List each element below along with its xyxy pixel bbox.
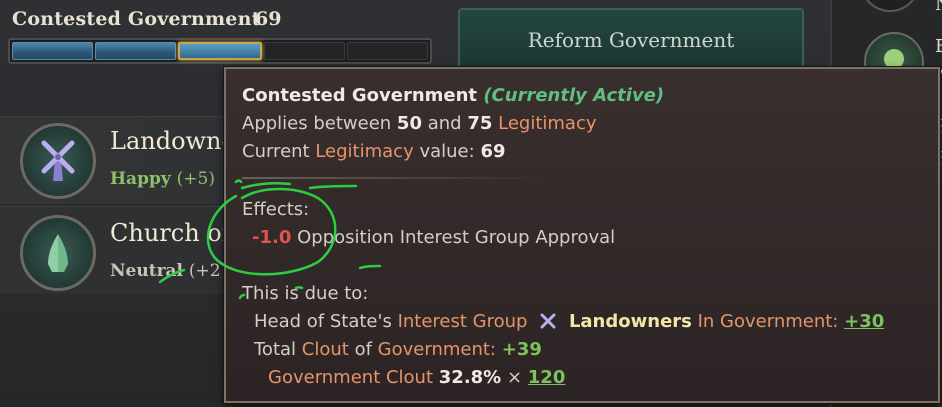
range-low: 50 <box>396 113 422 134</box>
legitimacy-segment[interactable] <box>263 42 345 60</box>
effects-label: Effects: <box>242 199 310 220</box>
and-text: and <box>427 113 462 134</box>
legitimacy-tooltip: Contested Government (Currently Active) … <box>224 67 940 403</box>
total-text: Total <box>254 339 297 360</box>
head-of-state-value[interactable]: +30 <box>844 311 884 332</box>
head-prefix: Head of State's <box>254 311 392 332</box>
total-clout-value: +39 <box>501 339 542 360</box>
tooltip-separator <box>242 177 552 179</box>
applies-prefix: Applies between <box>242 113 392 134</box>
approval-modifier: (+2 <box>188 261 221 281</box>
right-panel-text: E <box>935 36 942 57</box>
legitimacy-segment[interactable] <box>346 42 429 60</box>
range-high: 75 <box>467 113 493 134</box>
government-link[interactable]: Government: <box>378 339 496 360</box>
interest-group-approval: Neutral (+2 <box>110 261 221 281</box>
interest-group-link[interactable]: Interest Group <box>398 311 528 332</box>
approval-label: Neutral <box>110 261 183 281</box>
current-prefix: Current <box>242 141 310 162</box>
legitimacy-bar[interactable] <box>8 38 432 64</box>
current-value: 69 <box>480 141 506 162</box>
due-to-label: This is due to: <box>242 283 369 304</box>
approval-label: Happy <box>110 169 171 189</box>
windmill-icon[interactable] <box>20 123 96 199</box>
effect-value: -1.0 <box>252 227 292 248</box>
landowners-link[interactable]: Landowners <box>569 311 692 332</box>
government-clout-multiplier[interactable]: 120 <box>528 367 566 388</box>
head-of-state-row: Head of State's Interest Group Landowner… <box>254 311 884 335</box>
tooltip-title: Contested Government (Currently Active) <box>242 85 664 106</box>
government-clout-link[interactable]: Government Clout <box>268 367 433 388</box>
legitimacy-link[interactable]: Legitimacy <box>315 141 413 162</box>
effect-row: -1.0 Opposition Interest Group Approval <box>252 227 615 248</box>
current-suffix: value: <box>419 141 475 162</box>
reform-government-button[interactable]: Reform Government <box>458 8 804 70</box>
tooltip-title-text: Contested Government <box>242 85 478 106</box>
right-panel-text: N <box>935 0 942 15</box>
windmill-icon <box>539 312 557 335</box>
currently-active-note: (Currently Active) <box>483 85 665 106</box>
approval-modifier: (+5) <box>176 169 215 189</box>
clout-link[interactable]: Clout <box>302 339 349 360</box>
in-government-text: In Government: <box>697 311 839 332</box>
praying-hands-icon[interactable] <box>20 215 96 291</box>
tooltip-current-value: Current Legitimacy value: 69 <box>242 141 506 162</box>
effect-text: Opposition Interest Group Approval <box>297 227 616 248</box>
legitimacy-value: 69 <box>255 8 282 30</box>
legitimacy-segment-active[interactable] <box>178 42 262 60</box>
government-clout-row: Government Clout 32.8% × 120 <box>268 367 565 388</box>
total-clout-row: Total Clout of Government: +39 <box>254 339 542 360</box>
times-sign: × <box>506 367 523 388</box>
interest-group-name[interactable]: Church of <box>110 219 231 247</box>
legitimacy-segment[interactable] <box>95 42 177 60</box>
of-text: of <box>354 339 372 360</box>
legitimacy-segment[interactable] <box>12 42 94 60</box>
legitimacy-status-title: Contested Government <box>12 8 261 30</box>
interest-group-approval: Happy (+5) <box>110 169 215 189</box>
tooltip-applies-range: Applies between 50 and 75 Legitimacy <box>242 113 597 134</box>
legitimacy-link[interactable]: Legitimacy <box>498 113 596 134</box>
government-clout-percent: 32.8% <box>438 367 502 388</box>
